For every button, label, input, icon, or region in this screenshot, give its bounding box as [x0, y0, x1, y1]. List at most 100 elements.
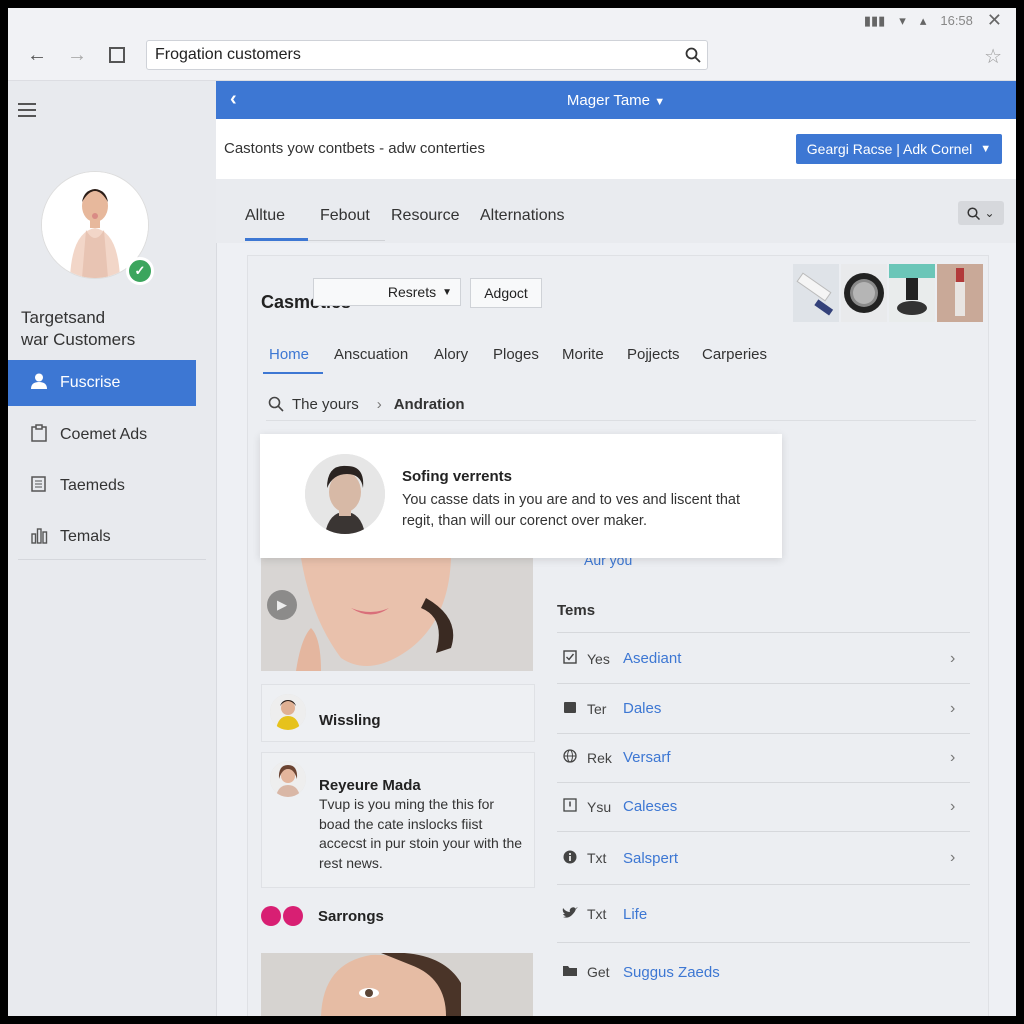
chevron-down-icon: ⌄ [984, 206, 995, 220]
list-item-key: Ter [587, 700, 607, 717]
close-icon[interactable]: ✕ [987, 10, 1002, 31]
portrait-thumbnail[interactable] [261, 953, 533, 1016]
tab-anscuation[interactable]: Anscuation [334, 346, 408, 363]
list-item-value: Dales [623, 700, 662, 717]
search-icon[interactable] [679, 47, 707, 63]
app-header: ‹ Mager Tame ▼ [216, 81, 1016, 119]
product-thumbnail[interactable] [841, 264, 887, 322]
tab-pojjects[interactable]: Pojjects [627, 346, 680, 363]
play-icon[interactable]: ▶ [267, 590, 297, 620]
profile-name-line1: Targetsand [21, 308, 106, 327]
chevron-right-icon: › [950, 797, 956, 815]
caret-down-icon: ▼ [442, 286, 452, 298]
active-subtab-indicator [263, 372, 323, 374]
clock-text: 16:58 [940, 13, 973, 28]
sidebar-item-label: Taemeds [60, 477, 125, 494]
list-item[interactable]: Ysu Caleses › [557, 782, 970, 832]
tab-carperies[interactable]: Carperies [702, 346, 767, 363]
tab-square-icon[interactable] [104, 42, 130, 68]
section-title-sarrongs: Sarrongs [318, 908, 384, 925]
address-bar[interactable]: Frogation customers [146, 40, 708, 70]
page-subtitle: Castonts yow contbets - adw conterties [224, 140, 485, 157]
list-card-reyeure-mada[interactable]: Reyeure Mada Tvup is you ming the this f… [261, 752, 535, 888]
list-item[interactable]: Rek Versarf › [557, 733, 970, 783]
list-card-title: Reyeure Mada [319, 777, 421, 794]
list-item[interactable]: Ter Dales › [557, 684, 970, 734]
bar-chart-icon [28, 526, 50, 549]
list-item-value: Life [623, 905, 648, 923]
list-item-key: Txt [587, 850, 607, 866]
list-item[interactable]: Txt Life [557, 886, 970, 943]
tab-resource[interactable]: Resource [391, 207, 459, 225]
tab-alltue[interactable]: Alltue [245, 207, 285, 225]
list-item-value: Versarf [623, 749, 671, 766]
search-icon[interactable] [268, 396, 284, 412]
popup-title: Sofing verrents [402, 468, 513, 485]
list-card-wissling[interactable]: Wissling [261, 684, 535, 742]
tab-alory[interactable]: Alory [434, 346, 468, 363]
forward-arrow-icon[interactable]: → [64, 42, 90, 68]
list-icon [28, 475, 50, 498]
battery-icon: ▮▮▮ [863, 12, 886, 28]
filter-select-value: Resrets [387, 284, 437, 300]
list-item-key: Rek [587, 749, 612, 766]
list-item[interactable]: Yes Asediant › [557, 634, 970, 684]
app-subheader: Castonts yow contbets - adw conterties G… [216, 119, 1016, 180]
chevron-right-icon: › [950, 849, 956, 866]
checkbox-icon [561, 650, 579, 667]
list-item[interactable]: Txt Salspert › [557, 832, 970, 885]
user-icon [28, 372, 50, 395]
sidebar-item-label: Fuscrise [60, 374, 121, 391]
product-thumbnail[interactable] [793, 264, 839, 322]
action-dropdown-button[interactable]: Geargi Racse | Adk Cornel ▼ [796, 134, 1002, 164]
info-icon [561, 850, 579, 867]
list-card-title: Wissling [319, 712, 381, 729]
chevron-right-icon: › [950, 748, 956, 766]
os-status-bar: ▮▮▮ ▾ ▴ 16:58 ✕ [8, 8, 1016, 30]
product-thumbnails [793, 264, 983, 322]
tab-alternations[interactable]: Alternations [480, 207, 565, 225]
active-tab-indicator [245, 238, 308, 241]
section-heading-tems: Tems [557, 602, 596, 619]
menu-icon[interactable] [18, 99, 36, 121]
tab-home[interactable]: Home [269, 346, 309, 363]
tab-ploges[interactable]: Ploges [493, 346, 539, 363]
browser-toolbar: ← → Frogation customers ☆ [8, 30, 1016, 81]
sidebar-item-fuscrise[interactable]: Fuscrise [8, 360, 196, 406]
sidebar-item-coemet-ads[interactable]: Coemet Ads [8, 412, 196, 458]
top-tabs: Alltue Febout Resource Alternations ⌄ [216, 179, 1016, 243]
list-item-key: Ysu [587, 798, 612, 815]
twitter-icon [561, 906, 579, 923]
tab-morite[interactable]: Morite [562, 346, 604, 363]
tab-febout[interactable]: Febout [320, 207, 370, 225]
breadcrumb-item[interactable]: The yours [292, 396, 359, 413]
notification-popup[interactable]: Sofing verrents You casse dats in you ar… [260, 434, 782, 558]
caret-down-icon: ▼ [654, 96, 666, 108]
breadcrumb: The yours › Andration [266, 388, 976, 421]
filter-select[interactable]: Resrets ▼ [313, 278, 461, 306]
alert-icon [561, 798, 579, 815]
breadcrumb-current: Andration [393, 395, 465, 413]
sidebar-item-taemeds[interactable]: Taemeds [8, 463, 196, 509]
list-item-value: Salspert [623, 849, 679, 867]
list-card-text: Tvup is you ming the this for boad the c… [319, 796, 523, 871]
chevron-right-icon: › [950, 649, 956, 667]
sidebar-item-temals[interactable]: Temals [8, 514, 196, 560]
list-item-key: Txt [587, 906, 607, 922]
app-title-text: Mager Tame [566, 92, 651, 109]
category-tabs: Home Anscuation Alory Ploges Morite Pojj… [261, 338, 976, 378]
product-thumbnail[interactable] [937, 264, 983, 322]
adgoct-button[interactable]: Adgoct [470, 278, 542, 308]
sidebar-item-label: Coemet Ads [60, 426, 148, 443]
list-item[interactable]: Get Suggus Zaeds [557, 944, 970, 1000]
bookmark-star-icon[interactable]: ☆ [984, 44, 1002, 69]
tabs-search-button[interactable]: ⌄ [958, 201, 1004, 225]
video-thumbnail[interactable] [261, 558, 533, 671]
list-item-value: Caleses [623, 798, 678, 815]
back-arrow-icon[interactable]: ← [24, 42, 50, 68]
product-thumbnail[interactable] [889, 264, 935, 322]
signal-icon: ▴ [919, 12, 927, 28]
app-title[interactable]: Mager Tame ▼ [216, 92, 1016, 109]
wifi-icon: ▾ [899, 12, 906, 28]
sidebar: ✓ Targetsand war Customers Fuscrise Coem… [8, 81, 217, 1016]
